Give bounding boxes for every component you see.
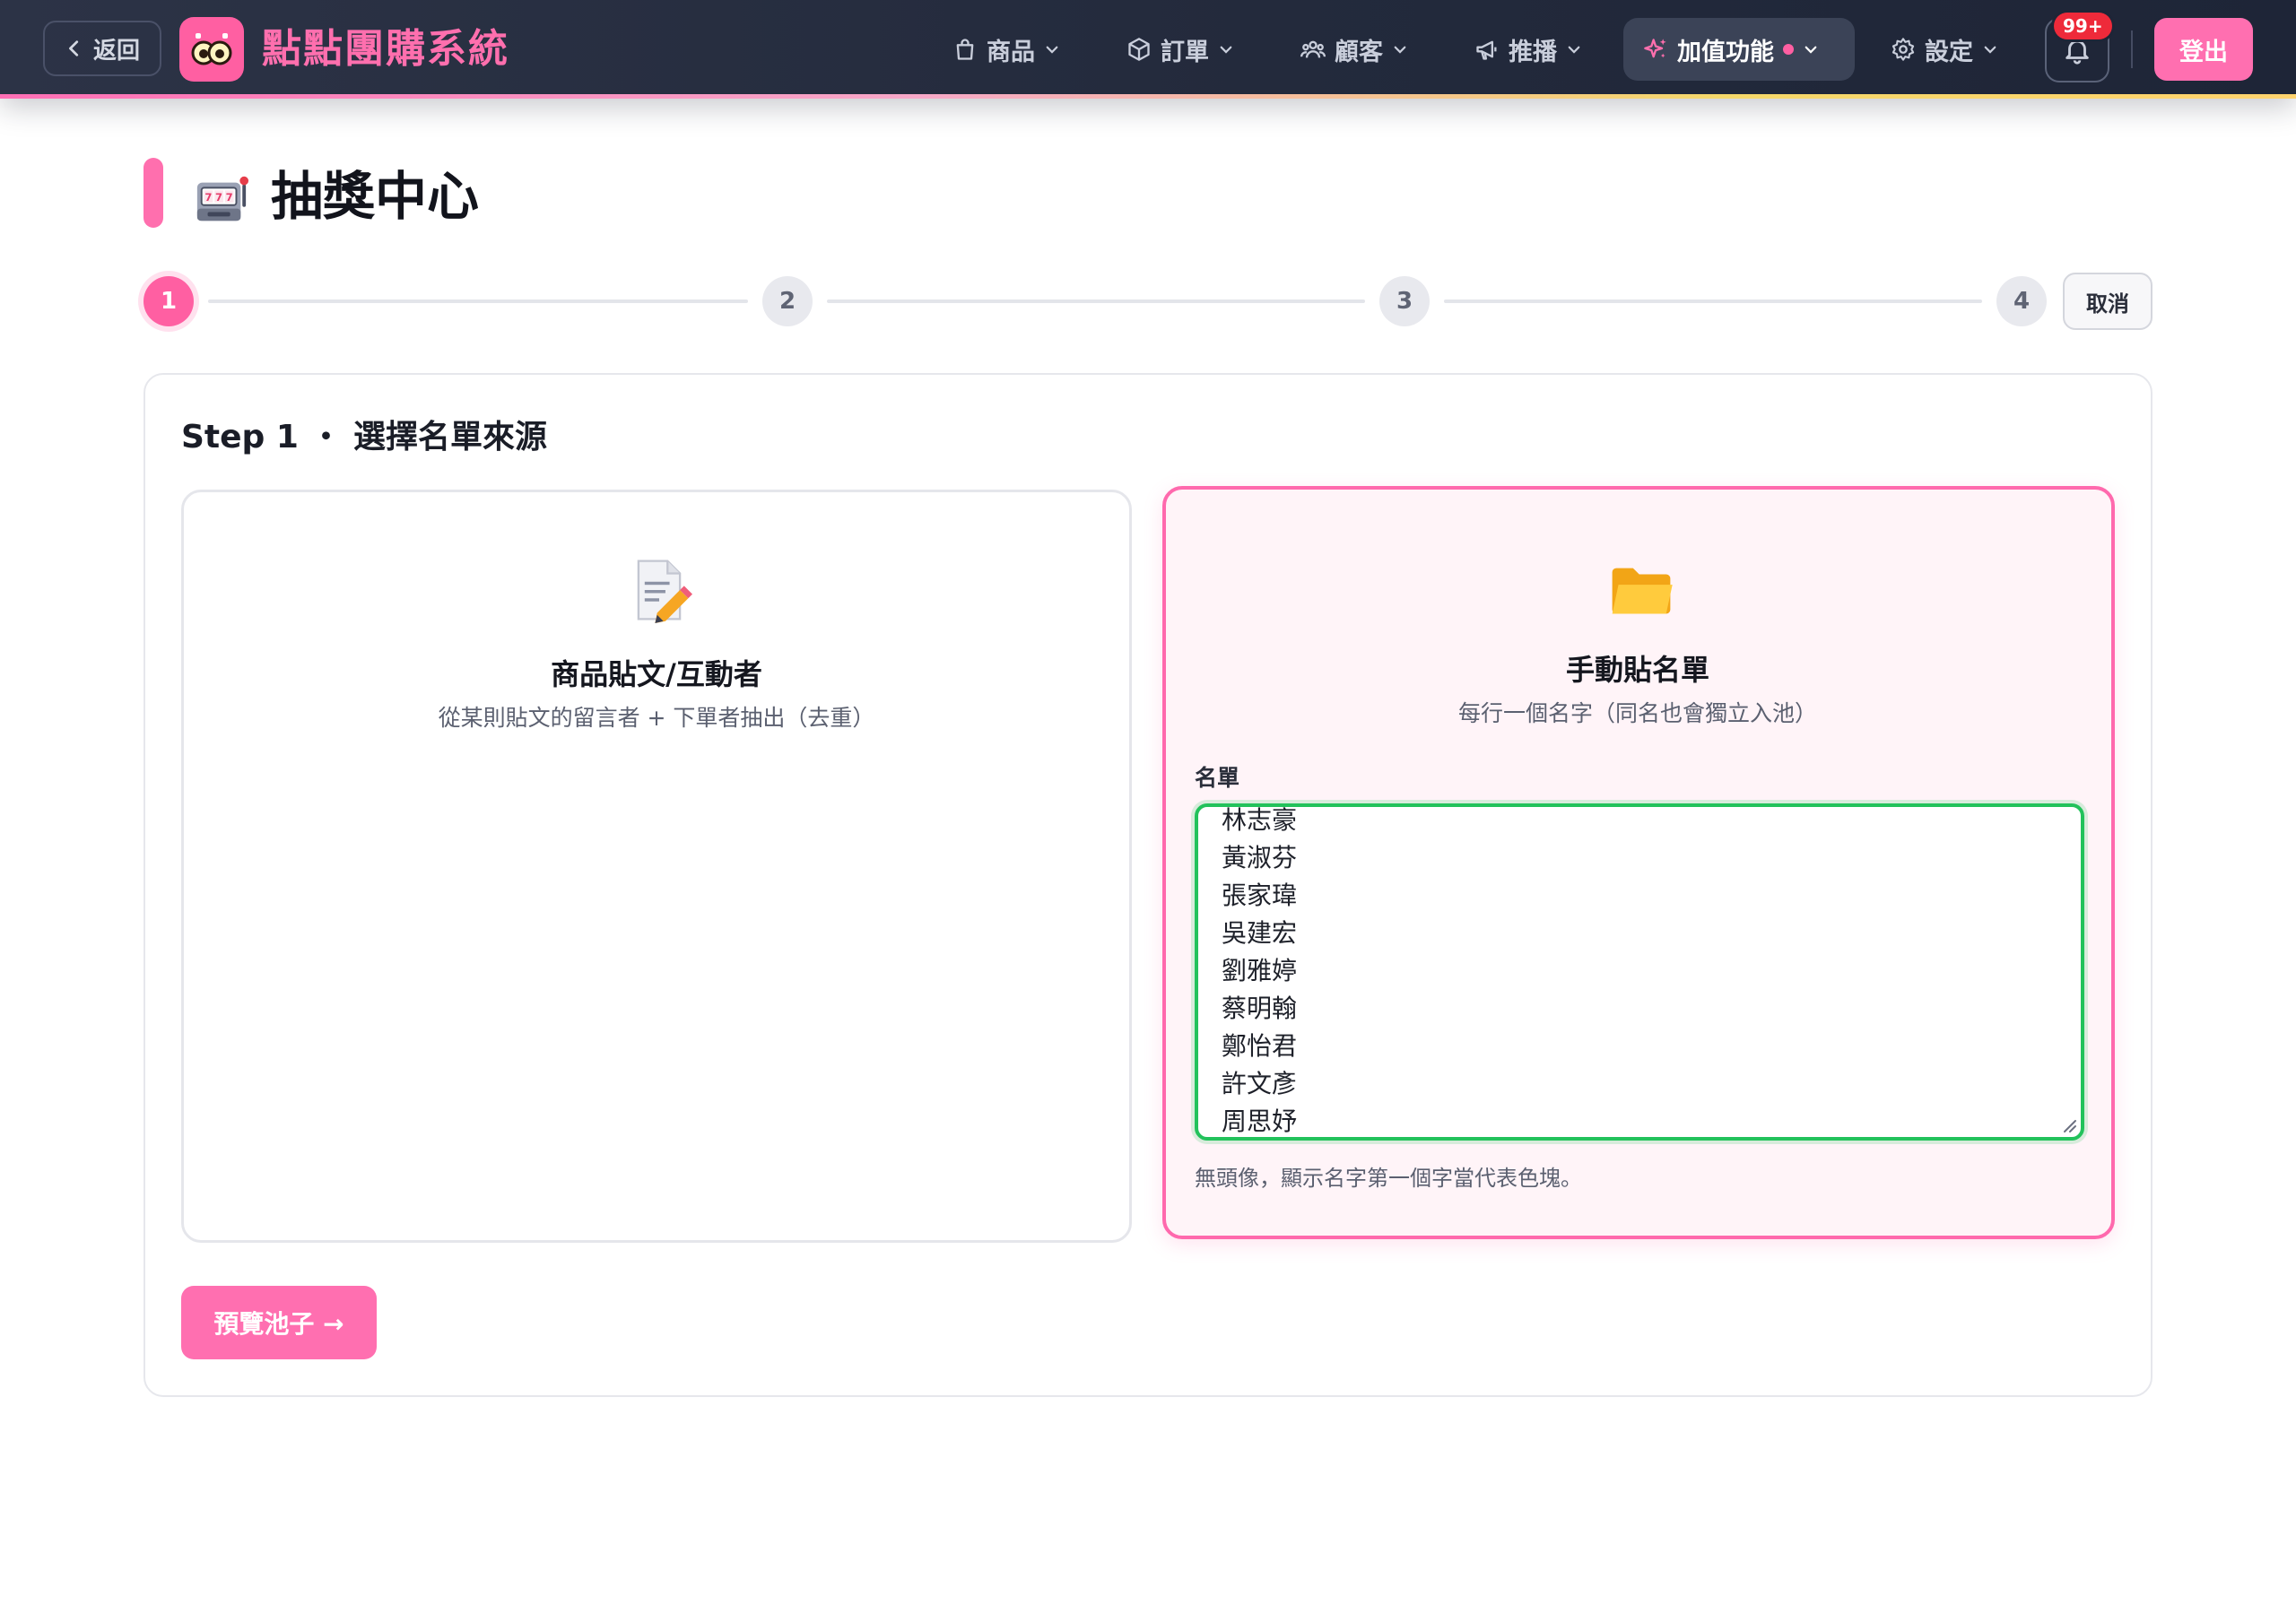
name-entry: 周思妤 xyxy=(1222,1106,1298,1136)
chevron-down-icon xyxy=(1984,46,1996,54)
option-title: 手動貼名單 xyxy=(1565,653,1709,687)
names-list: 林志豪 黃淑芬 張家瑋 吳建宏 劉雅婷 蔡明翰 鄭怡君 許文彥 周思妤 xyxy=(1222,805,1298,1137)
step-connector xyxy=(827,299,1365,303)
nav-item-settings[interactable]: 設定 xyxy=(1871,18,2018,81)
step-indicator-4: 4 xyxy=(1996,276,2047,326)
preview-pool-button[interactable]: 預覽池子 → xyxy=(181,1286,377,1359)
nav-item-addons[interactable]: 加值功能 xyxy=(1623,18,1855,81)
chevron-left-icon xyxy=(69,40,79,56)
name-entry: 蔡明翰 xyxy=(1222,994,1298,1023)
chevron-down-icon xyxy=(1220,46,1232,54)
svg-text:7: 7 xyxy=(215,191,222,204)
nav-item-customers[interactable]: 顧客 xyxy=(1281,18,1428,81)
nav-item-push[interactable]: 推播 xyxy=(1455,18,1602,81)
slot-machine-icon: 7 7 7 xyxy=(196,176,249,221)
option-description: 每行一個名字（同名也會獨立入池） xyxy=(1457,700,1817,726)
notification-count-badge: 99+ xyxy=(2054,13,2112,39)
names-textarea[interactable]: 林志豪 黃淑芬 張家瑋 吳建宏 劉雅婷 蔡明翰 鄭怡君 許文彥 周思妤 xyxy=(1195,803,2084,1141)
nav-item-label: 商品 xyxy=(987,38,1035,66)
top-navbar: 返回 點點團購系統 商品 訂單 顧客 推播 加值功能 設定 99+ 登出 xyxy=(0,0,2296,99)
name-entry: 許文彥 xyxy=(1222,1069,1298,1098)
resize-handle-icon[interactable] xyxy=(2059,1115,2077,1133)
name-entry: 鄭怡君 xyxy=(1222,1031,1298,1061)
title-accent-bar xyxy=(144,158,163,228)
option-description: 從某則貼文的留言者 + 下單者抽出（去重） xyxy=(438,705,875,731)
page-title: 抽獎中心 xyxy=(271,166,480,227)
step-indicator-2: 2 xyxy=(762,276,813,326)
memo-icon xyxy=(637,560,692,623)
nav-item-label: 訂單 xyxy=(1161,38,1209,66)
cancel-button[interactable]: 取消 xyxy=(2063,273,2152,330)
nav-item-label: 設定 xyxy=(1925,38,1973,66)
name-entry: 張家瑋 xyxy=(1222,881,1298,910)
header-divider xyxy=(2131,30,2133,68)
name-entry: 吳建宏 xyxy=(1222,918,1298,948)
source-option-post-interactors[interactable]: 商品貼文/互動者 從某則貼文的留言者 + 下單者抽出（去重） xyxy=(181,490,1132,1243)
new-indicator-dot xyxy=(1783,44,1794,55)
name-entry: 林志豪 xyxy=(1222,805,1298,835)
names-field-hint: 無頭像，顯示名字第一個字當代表色塊。 xyxy=(1195,1166,1582,1191)
users-icon xyxy=(1300,40,1326,58)
svg-text:7: 7 xyxy=(226,191,233,204)
gear-icon xyxy=(1892,38,1915,61)
megaphone-icon xyxy=(1476,40,1497,60)
nav-item-label: 推播 xyxy=(1509,38,1557,66)
nav-item-orders[interactable]: 訂單 xyxy=(1107,18,1254,81)
step-indicator-1: 1 xyxy=(144,276,194,326)
sparkles-icon xyxy=(1644,39,1666,58)
svg-text:7: 7 xyxy=(204,191,212,204)
nav-item-products[interactable]: 商品 xyxy=(933,18,1080,81)
chevron-down-icon xyxy=(1394,46,1406,54)
step-heading: Step 1 ・ 選擇名單來源 xyxy=(181,419,547,456)
shopping-bag-icon xyxy=(956,39,974,60)
option-title: 商品貼文/互動者 xyxy=(551,657,762,691)
brand-name: 點點團購系統 xyxy=(262,26,509,72)
eyes-logo-icon xyxy=(191,33,232,65)
step-connector xyxy=(208,299,748,303)
back-button[interactable]: 返回 xyxy=(43,21,161,76)
chevron-down-icon xyxy=(1046,46,1058,54)
nav-item-label: 顧客 xyxy=(1335,38,1383,66)
chevron-down-icon xyxy=(1568,46,1580,54)
nav-item-label: 加值功能 xyxy=(1677,38,1774,66)
name-entry: 黃淑芬 xyxy=(1222,843,1298,872)
box-icon xyxy=(1128,38,1150,61)
bell-icon xyxy=(2066,39,2089,65)
app-logo[interactable] xyxy=(179,17,244,82)
name-entry: 劉雅婷 xyxy=(1222,956,1298,985)
step-indicator-3: 3 xyxy=(1379,276,1430,326)
names-field-label: 名單 xyxy=(1195,765,1240,791)
step-connector xyxy=(1444,299,1982,303)
chevron-down-icon xyxy=(1805,46,1817,54)
logout-button[interactable]: 登出 xyxy=(2154,18,2253,81)
back-button-label: 返回 xyxy=(92,37,140,65)
folder-icon xyxy=(1612,568,1673,614)
